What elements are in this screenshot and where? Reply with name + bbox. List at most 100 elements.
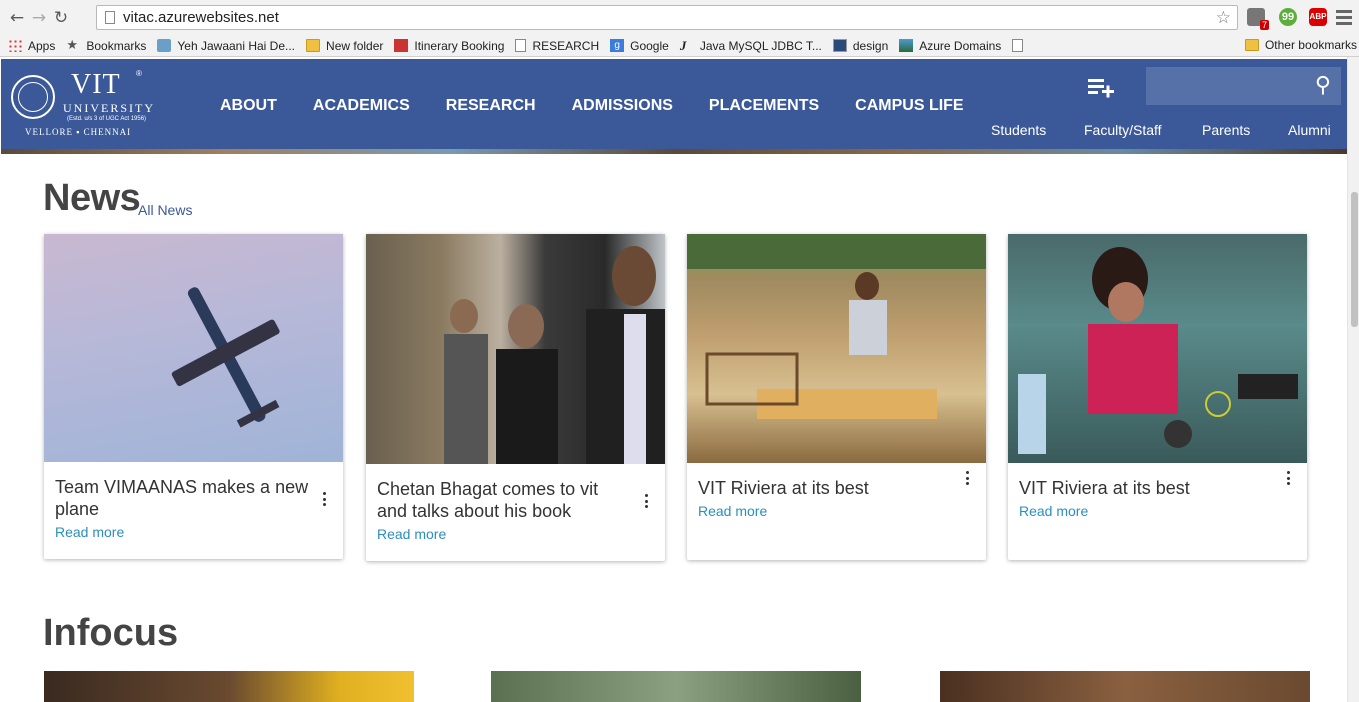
news-card[interactable]: Team VIMAANAS makes a new plane Read mor… (44, 234, 343, 559)
folder-icon (306, 39, 321, 52)
reload-icon[interactable]: ↻ (50, 7, 72, 29)
all-news-link[interactable]: All News (138, 202, 192, 218)
other-bookmarks-label: Other bookmarks (1264, 38, 1357, 52)
bookmark-bookmarks[interactable]: ★ Bookmarks (66, 39, 146, 53)
more-vert-icon[interactable] (645, 494, 649, 508)
page-icon (105, 11, 115, 24)
page-icon (899, 39, 914, 52)
logo-text: VIT (71, 69, 121, 100)
nav-academics[interactable]: ACADEMICS (313, 97, 410, 115)
infocus-heading: Infocus (43, 612, 179, 654)
google-icon: g (610, 39, 625, 52)
extension-badge: 7 (1259, 20, 1269, 30)
browser-menu-icon[interactable] (1336, 8, 1352, 26)
read-more-link[interactable]: Read more (1019, 503, 1088, 519)
nav-about[interactable]: ABOUT (220, 97, 277, 115)
search-input[interactable]: ⚲ (1146, 67, 1341, 105)
people-illustration (444, 246, 665, 464)
infocus-tile[interactable] (940, 671, 1310, 702)
browser-toolbar: ← → ↻ vitac.azurewebsites.net ☆ 7 99 ABP (0, 0, 1359, 35)
page-scrollbar[interactable] (1347, 57, 1359, 702)
logo-subtitle: UNIVERSITY (63, 101, 155, 115)
bookmark-research[interactable]: RESEARCH (515, 39, 599, 53)
card-title[interactable]: VIT Riviera at its best (698, 477, 953, 499)
page-icon (832, 39, 847, 52)
vit-logo[interactable]: VIT ® UNIVERSITY (Estd. u/s 3 of UGC Act… (11, 69, 156, 139)
read-more-link[interactable]: Read more (698, 503, 767, 519)
bookmark-label: Java MySQL JDBC T... (699, 38, 822, 53)
bookmark-label: Itinerary Booking (414, 38, 505, 53)
folder-icon (1244, 39, 1259, 51)
page-icon (394, 39, 409, 52)
infocus-tile[interactable] (44, 671, 414, 702)
news-card[interactable]: VIT Riviera at its best Read more (1008, 234, 1307, 560)
playlist-add-icon[interactable] (1088, 77, 1114, 99)
search-icon[interactable]: ⚲ (1315, 73, 1331, 98)
bookmark-java[interactable]: J Java MySQL JDBC T... (680, 39, 822, 53)
bookmark-label: Yeh Jawaani Hai De... (177, 38, 296, 53)
usernav-faculty[interactable]: Faculty/Staff (1084, 122, 1162, 138)
infocus-tile[interactable] (491, 671, 861, 702)
star-icon: ★ (66, 38, 79, 53)
bookmark-google[interactable]: g Google (610, 39, 669, 53)
bookmark-label: New folder (326, 38, 384, 53)
card-title[interactable]: Chetan Bhagat comes to vit and talks abo… (377, 478, 632, 522)
bookmark-itinerary[interactable]: Itinerary Booking (394, 39, 504, 53)
university-seal-icon (11, 75, 55, 119)
workshop-photo (1008, 234, 1307, 463)
url-text[interactable]: vitac.azurewebsites.net (123, 9, 279, 26)
website-viewport: VIT ® UNIVERSITY (Estd. u/s 3 of UGC Act… (0, 57, 1359, 702)
more-vert-icon[interactable] (966, 471, 970, 485)
back-arrow-icon[interactable]: ← (6, 7, 28, 29)
bookmark-azure[interactable]: Azure Domains (899, 39, 1001, 53)
logo-estd: (Estd. u/s 3 of UGC Act 1956) (67, 116, 147, 122)
extension-icon[interactable]: 7 (1247, 8, 1269, 30)
main-nav: ABOUT ACADEMICS RESEARCH ADMISSIONS PLAC… (220, 97, 1000, 115)
bookmark-star-icon[interactable]: ☆ (1216, 8, 1231, 28)
news-heading: News (43, 177, 141, 219)
bookmark-yeh-jawaani[interactable]: Yeh Jawaani Hai De... (157, 39, 295, 53)
apps-grid-icon (8, 39, 22, 52)
address-bar[interactable]: vitac.azurewebsites.net ☆ (96, 5, 1238, 30)
read-more-link[interactable]: Read more (377, 526, 446, 542)
bookmark-label: Azure Domains (919, 38, 1002, 53)
news-card[interactable]: VIT Riviera at its best Read more (687, 234, 986, 560)
other-bookmarks[interactable]: Other bookmarks (1244, 38, 1357, 52)
usernav-alumni[interactable]: Alumni (1288, 122, 1331, 138)
nav-research[interactable]: RESEARCH (446, 97, 536, 115)
nav-placements[interactable]: PLACEMENTS (709, 97, 819, 115)
bookmark-label: Google (630, 38, 669, 53)
document-icon (1012, 39, 1024, 52)
nav-campus-life[interactable]: CAMPUS LIFE (855, 97, 963, 115)
bookmark-label: RESEARCH (532, 38, 600, 53)
registered-mark: ® (136, 69, 142, 78)
usernav-students[interactable]: Students (991, 122, 1046, 138)
header-photo-strip (1, 149, 1347, 154)
more-vert-icon[interactable] (1287, 471, 1291, 485)
logo-cities: VELLORE ▪ CHENNAI (25, 127, 132, 137)
card-title[interactable]: Team VIMAANAS makes a new plane (55, 476, 310, 520)
bookmarks-bar: Apps ★ Bookmarks Yeh Jawaani Hai De... N… (0, 35, 1359, 57)
campus-illustration (687, 234, 986, 419)
bookmark-blank[interactable] (1012, 39, 1029, 52)
nav-admissions[interactable]: ADMISSIONS (572, 97, 673, 115)
bookmark-label: Apps (28, 38, 56, 53)
adblock-icon[interactable]: ABP (1309, 8, 1327, 26)
event-photo (366, 234, 665, 464)
plane-photo (44, 234, 343, 462)
scrollbar-thumb[interactable] (1351, 192, 1358, 327)
page-icon: J (679, 38, 687, 53)
read-more-link[interactable]: Read more (55, 524, 124, 540)
bookmark-new-folder[interactable]: New folder (306, 39, 383, 53)
extension-green-icon[interactable]: 99 (1279, 8, 1297, 26)
news-card[interactable]: Chetan Bhagat comes to vit and talks abo… (366, 234, 665, 561)
plane-illustration (171, 287, 280, 428)
bookmark-design[interactable]: design (832, 39, 888, 53)
document-icon (515, 39, 527, 52)
campus-photo (687, 234, 986, 463)
bookmark-apps[interactable]: Apps (8, 39, 55, 53)
forward-arrow-icon[interactable]: → (28, 7, 50, 29)
usernav-parents[interactable]: Parents (1202, 122, 1250, 138)
card-title[interactable]: VIT Riviera at its best (1019, 477, 1274, 499)
more-vert-icon[interactable] (323, 492, 327, 506)
